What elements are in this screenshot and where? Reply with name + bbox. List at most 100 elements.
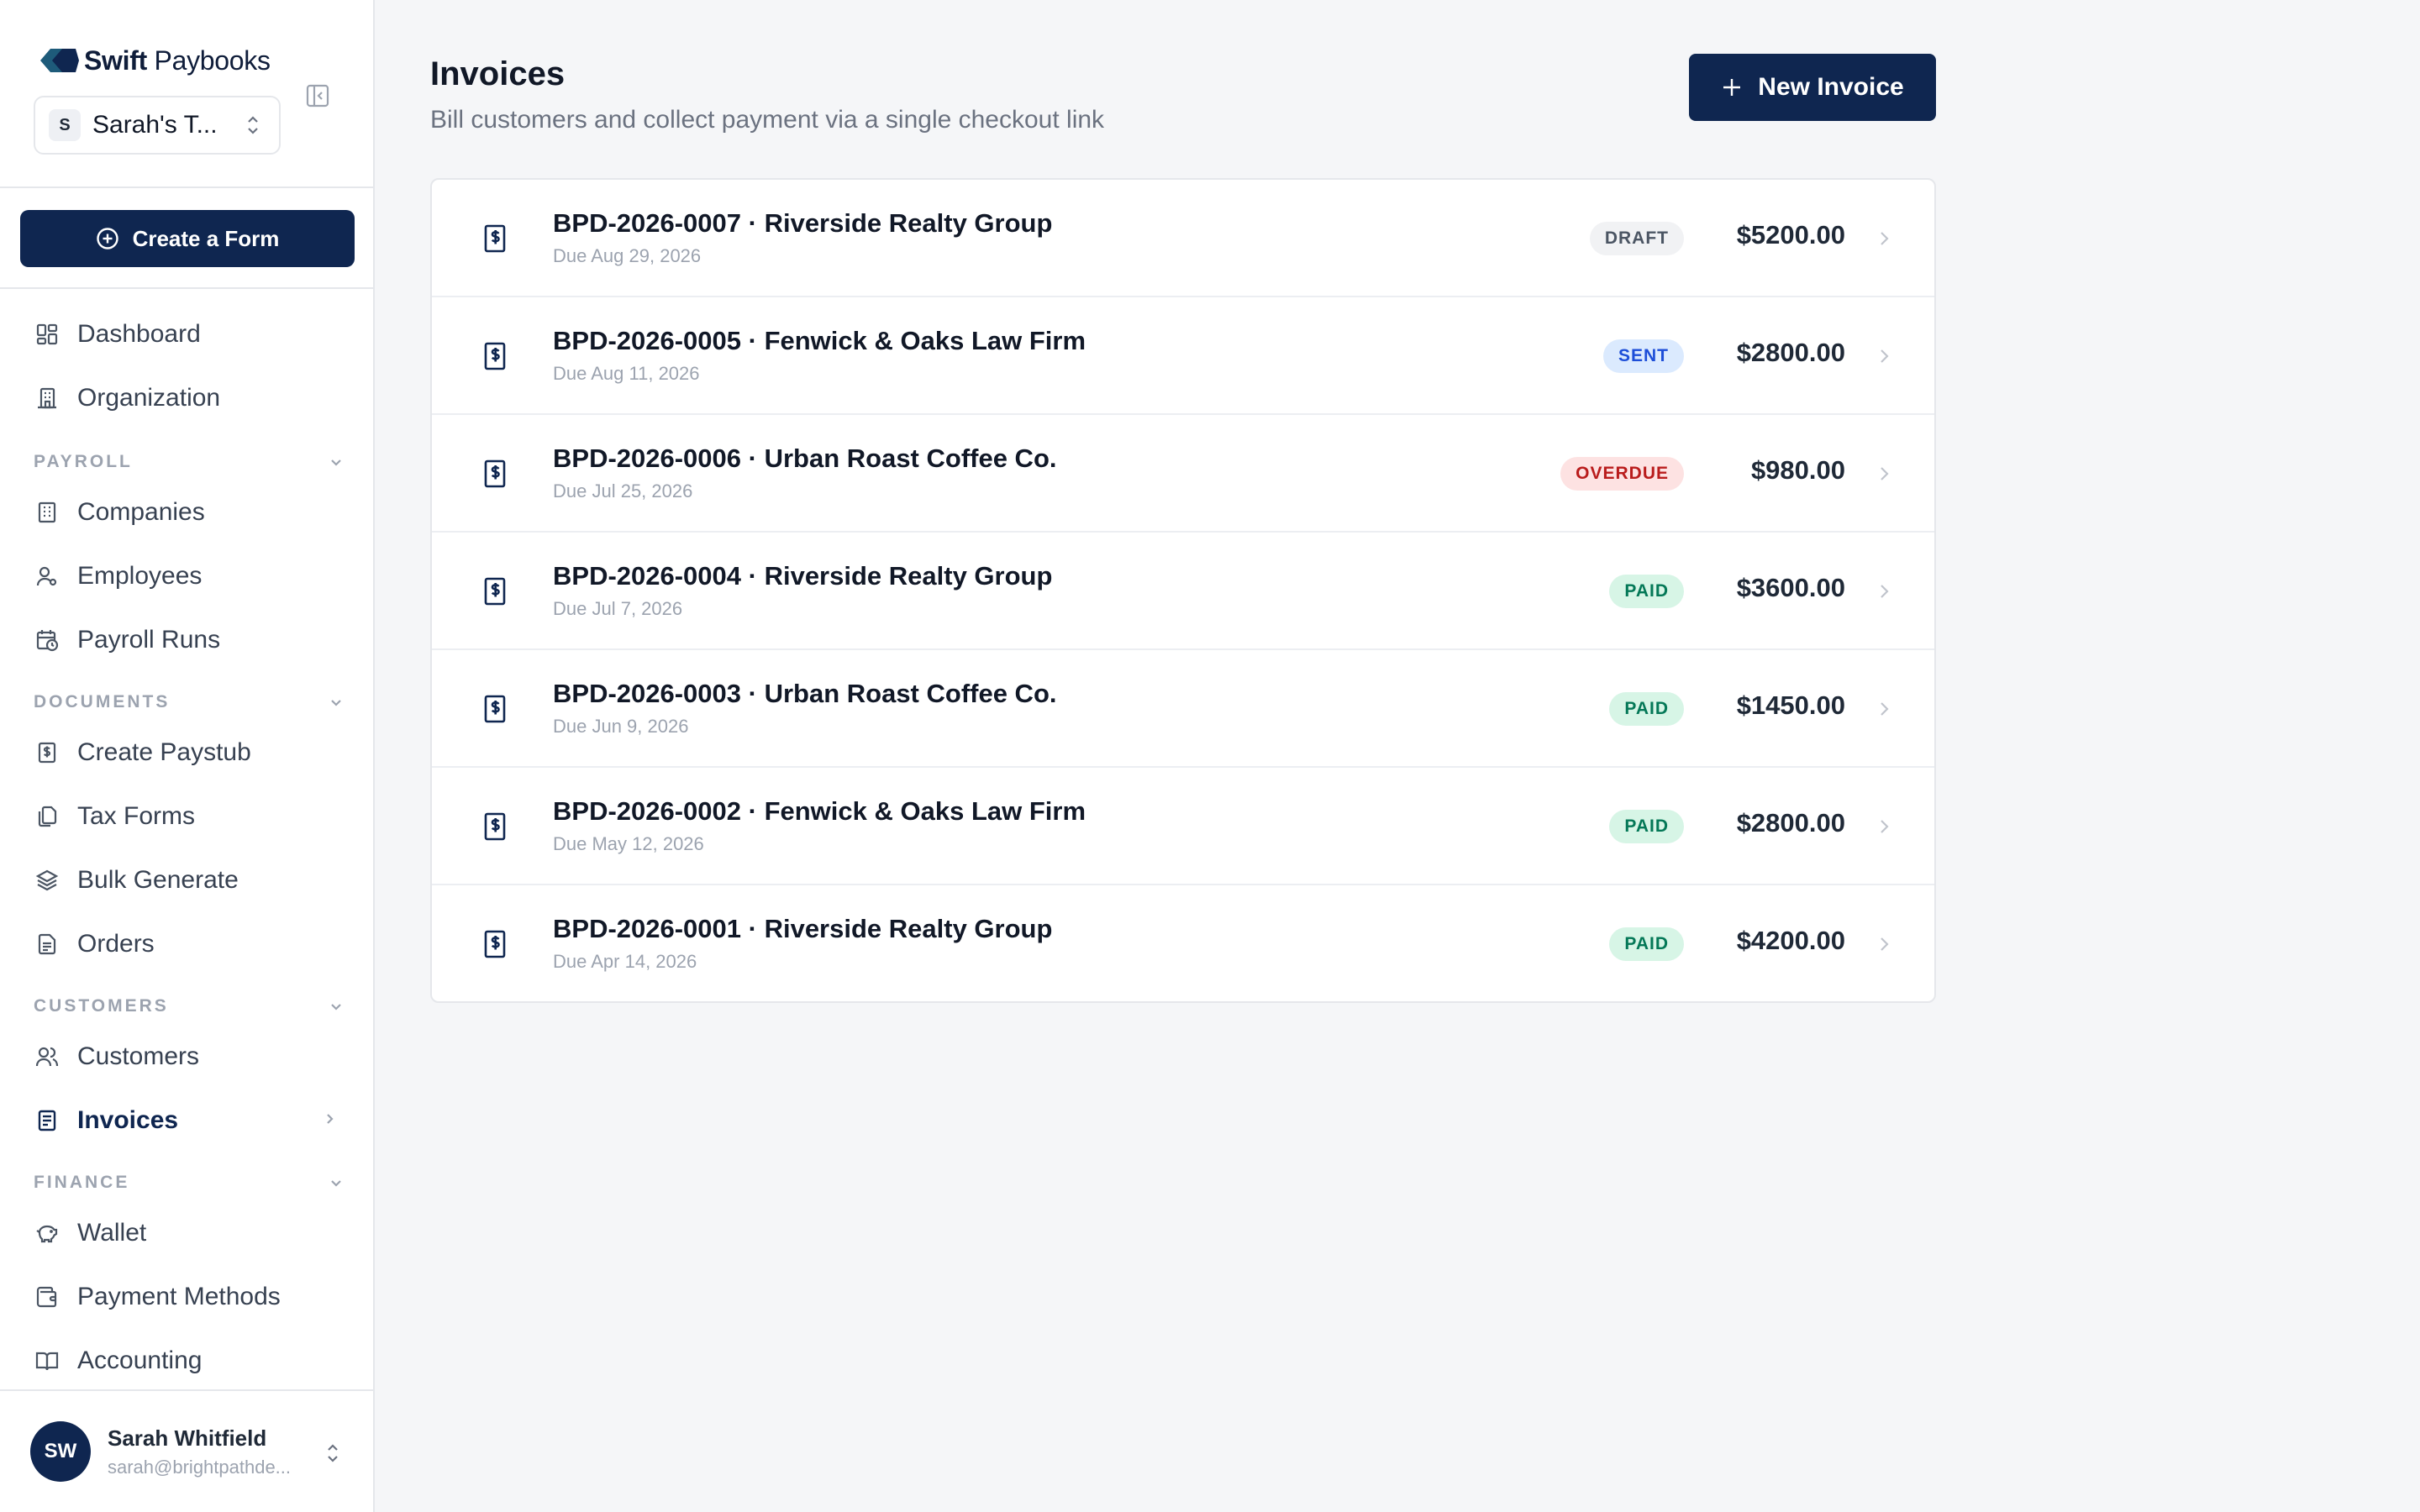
files-icon [34, 803, 60, 830]
sidebar-item-create-paystub[interactable]: Create Paystub [0, 726, 375, 780]
sidebar-item-label: Orders [77, 930, 155, 958]
invoice-dollar-icon [484, 342, 506, 370]
plus-icon [1723, 79, 1741, 96]
sidebar-item-companies[interactable]: Companies [0, 486, 375, 539]
chevron-down-icon [331, 459, 341, 466]
chevron-right-icon [327, 1114, 334, 1124]
section-label: PAYROLL [34, 452, 133, 471]
brand-name-rest: Paybooks [146, 45, 271, 76]
status-badge: PAID [1609, 692, 1684, 726]
invoice-list: BPD-2026-0007 · Riverside Realty Group D… [430, 178, 1936, 1003]
avatar: SW [30, 1421, 91, 1482]
status-badge: SENT [1602, 339, 1684, 373]
invoice-title: BPD-2026-0005 · Fenwick & Oaks Law Firm [553, 326, 1086, 355]
dashboard-icon [34, 321, 60, 348]
status-badge: DRAFT [1589, 222, 1684, 255]
sidebar-item-label: Create Paystub [77, 738, 251, 766]
chevron-right-icon [1881, 349, 1889, 363]
new-invoice-button[interactable]: New Invoice [1689, 54, 1936, 121]
status-badge: OVERDUE [1560, 457, 1684, 491]
invoice-amount: $5200.00 [1736, 220, 1845, 249]
invoice-title: BPD-2026-0003 · Urban Roast Coffee Co. [553, 679, 1057, 708]
main-content: Invoices Bill customers and collect paym… [375, 0, 2420, 1512]
sidebar-item-bulk-generate[interactable]: Bulk Generate [0, 853, 375, 907]
invoice-title: BPD-2026-0006 · Urban Roast Coffee Co. [553, 444, 1057, 473]
invoice-row[interactable]: BPD-2026-0001 · Riverside Realty Group D… [432, 885, 1934, 1001]
sidebar-item-label: Tax Forms [77, 802, 196, 830]
sidebar-item-wallet[interactable]: Wallet [0, 1206, 375, 1260]
receipt-dollar-icon [34, 739, 60, 766]
invoice-row[interactable]: BPD-2026-0005 · Fenwick & Oaks Law Firm … [432, 297, 1934, 415]
sidebar-item-invoices[interactable]: Invoices [0, 1094, 375, 1147]
chevron-down-icon [331, 700, 341, 706]
invoice-row[interactable]: BPD-2026-0003 · Urban Roast Coffee Co. D… [432, 650, 1934, 768]
sidebar-item-tax-forms[interactable]: Tax Forms [0, 790, 375, 843]
sidebar-item-label: Customers [77, 1042, 200, 1070]
invoice-dollar-icon [484, 459, 506, 488]
invoice-amount: $980.00 [1750, 455, 1845, 485]
sidebar-item-payment-methods[interactable]: Payment Methods [0, 1270, 375, 1324]
invoice-dollar-icon [484, 695, 506, 723]
create-form-button[interactable]: Create a Form [20, 210, 355, 267]
sidebar-item-customers[interactable]: Customers [0, 1030, 375, 1084]
user-menu[interactable]: SW Sarah Whitfield sarah@brightpathde... [0, 1389, 375, 1512]
section-payroll[interactable]: PAYROLL [34, 445, 345, 479]
sidebar-item-dashboard[interactable]: Dashboard [0, 307, 375, 361]
book-open-icon [34, 1347, 60, 1374]
sidebar-collapse-icon [306, 84, 329, 108]
building-icon [34, 499, 60, 526]
brand-name-bold: Swift [84, 45, 147, 76]
invoice-title: BPD-2026-0004 · Riverside Realty Group [553, 561, 1053, 591]
status-badge: PAID [1609, 575, 1684, 608]
status-badge: PAID [1609, 927, 1684, 961]
page-subtitle: Bill customers and collect payment via a… [430, 106, 1105, 134]
invoice-title: BPD-2026-0007 · Riverside Realty Group [553, 208, 1053, 238]
sidebar-item-label: Invoices [77, 1106, 179, 1134]
sidebar-item-orders[interactable]: Orders [0, 917, 375, 971]
collapse-sidebar-button[interactable] [304, 82, 331, 109]
sidebar-item-payroll-runs[interactable]: Payroll Runs [0, 613, 375, 667]
invoice-row[interactable]: BPD-2026-0004 · Riverside Realty Group D… [432, 533, 1934, 650]
invoice-due-date: Due Jun 9, 2026 [553, 716, 689, 737]
sidebar-item-organization[interactable]: Organization [0, 371, 375, 425]
user-settings-icon [34, 563, 60, 590]
chevron-right-icon [1881, 820, 1889, 833]
invoice-amount: $3600.00 [1736, 573, 1845, 602]
sidebar-item-accounting[interactable]: Accounting [0, 1334, 375, 1388]
workspace-switcher[interactable]: S Sarah's T... [34, 96, 281, 155]
invoice-dollar-icon [484, 930, 506, 958]
invoice-title: BPD-2026-0001 · Riverside Realty Group [553, 914, 1053, 943]
invoice-row[interactable]: BPD-2026-0002 · Fenwick & Oaks Law Firm … [432, 768, 1934, 885]
wallet-icon [34, 1284, 60, 1310]
section-label: FINANCE [34, 1173, 130, 1192]
invoice-amount: $2800.00 [1736, 808, 1845, 837]
logo-icon [40, 49, 79, 72]
section-finance[interactable]: FINANCE [34, 1166, 345, 1200]
invoice-row[interactable]: BPD-2026-0007 · Riverside Realty Group D… [432, 180, 1934, 297]
section-customers[interactable]: CUSTOMERS [34, 990, 345, 1023]
sidebar-item-label: Dashboard [77, 320, 201, 348]
users-icon [34, 1043, 60, 1070]
section-label: CUSTOMERS [34, 996, 169, 1016]
workspace-avatar: S [49, 109, 81, 141]
invoice-due-date: Due Aug 29, 2026 [553, 245, 702, 266]
sidebar: Swift Paybooks S Sarah's T... Create a F… [0, 0, 375, 1512]
sidebar-item-label: Payroll Runs [77, 626, 221, 654]
invoice-row[interactable]: BPD-2026-0006 · Urban Roast Coffee Co. D… [432, 415, 1934, 533]
divider [0, 287, 375, 289]
create-form-label: Create a Form [132, 225, 280, 251]
sidebar-item-label: Companies [77, 498, 205, 526]
sidebar-item-employees[interactable]: Employees [0, 549, 375, 603]
chevron-right-icon [1881, 585, 1889, 598]
chevron-updown-icon [328, 1444, 338, 1462]
brand-logo[interactable]: Swift Paybooks [39, 42, 271, 79]
invoice-dollar-icon [484, 224, 506, 253]
section-documents[interactable]: DOCUMENTS [34, 685, 345, 719]
chevron-updown-icon [248, 116, 258, 134]
invoice-amount: $1450.00 [1736, 690, 1845, 720]
invoice-due-date: Due May 12, 2026 [553, 833, 704, 854]
divider [0, 186, 375, 188]
invoice-due-date: Due Jul 25, 2026 [553, 480, 693, 501]
organization-icon [34, 385, 60, 412]
sidebar-item-label: Organization [77, 384, 221, 412]
